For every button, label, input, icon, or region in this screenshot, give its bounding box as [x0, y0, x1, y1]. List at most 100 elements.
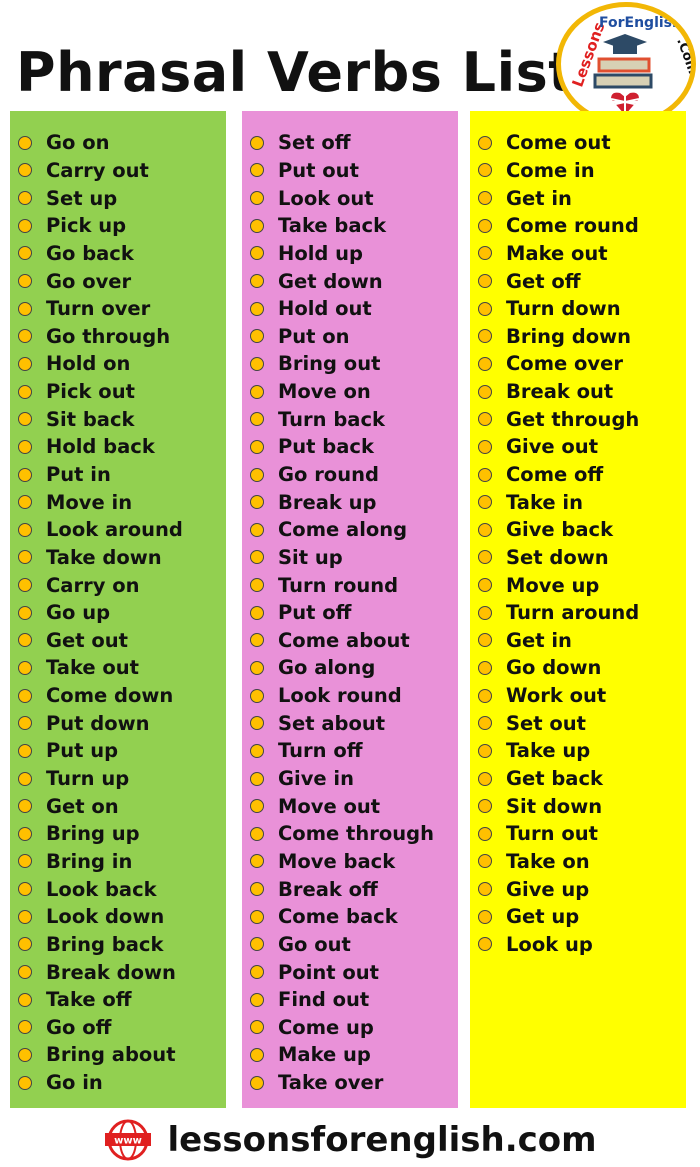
phrasal-verb: Give in	[278, 767, 354, 791]
phrasal-verb: Come in	[506, 158, 595, 182]
list-item: Bring back	[10, 931, 226, 959]
list-item: Move in	[10, 488, 226, 516]
phrasal-verb: Take on	[506, 849, 590, 873]
bullet-icon	[478, 163, 492, 178]
phrasal-verb: Take up	[506, 739, 591, 763]
list-item: Go over	[10, 267, 226, 295]
logo: Lessons ForEnglish .Com	[556, 2, 696, 126]
list-item: Hold on	[10, 350, 226, 378]
list-item: Get in	[470, 184, 686, 212]
phrasal-verb: Come down	[46, 684, 174, 708]
bullet-icon	[250, 992, 264, 1007]
list-item: Bring about	[10, 1041, 226, 1069]
bullet-icon	[18, 522, 32, 537]
phrasal-verb: Bring up	[46, 822, 140, 846]
bullet-icon	[250, 1047, 264, 1062]
list-item: Look out	[242, 184, 458, 212]
list-item: Put off	[242, 599, 458, 627]
bullet-icon	[18, 660, 32, 675]
bullet-icon	[18, 218, 32, 233]
list-item: Turn out	[470, 820, 686, 848]
phrasal-verb: Put on	[278, 324, 350, 348]
list-item: Turn round	[242, 571, 458, 599]
page-title: Phrasal Verbs List	[16, 41, 575, 104]
bullet-icon	[18, 495, 32, 510]
list-item: Come down	[10, 682, 226, 710]
list-item: Make up	[242, 1041, 458, 1069]
list-item: Carry on	[10, 571, 226, 599]
bullet-icon	[478, 135, 492, 150]
phrasal-verb: Look round	[278, 684, 402, 708]
list-item: Come up	[242, 1014, 458, 1042]
bullet-icon	[250, 660, 264, 675]
bullet-icon	[478, 329, 492, 344]
list-item: Go through	[10, 322, 226, 350]
website-url[interactable]: lessonsforenglish.com	[167, 1120, 596, 1160]
phrasal-verb: Sit back	[46, 407, 135, 431]
list-item: Take back	[242, 212, 458, 240]
phrasal-verb: Come off	[506, 463, 604, 486]
list-item: Come round	[470, 212, 686, 240]
list-item: Go off	[10, 1014, 226, 1042]
phrasal-verb: Break out	[506, 380, 614, 404]
bullet-icon	[478, 439, 492, 454]
list-item: Look around	[10, 516, 226, 544]
phrasal-verb: Put in	[46, 463, 111, 486]
bullet-icon	[18, 799, 32, 814]
list-item: Break up	[242, 488, 458, 516]
phrasal-verb: Turn round	[278, 573, 399, 597]
phrasal-verb: Move out	[278, 794, 381, 818]
bullet-icon	[478, 274, 492, 289]
bullet-icon	[478, 218, 492, 233]
bullet-icon	[478, 578, 492, 593]
phrasal-verb: Bring in	[46, 849, 133, 873]
phrasal-verb: Carry out	[46, 158, 149, 182]
list-item: Carry out	[10, 157, 226, 185]
list-item: Bring up	[10, 820, 226, 848]
bullet-icon	[18, 716, 32, 731]
list-item: Put out	[242, 157, 458, 185]
bullet-icon	[18, 163, 32, 178]
phrasal-verb: Break down	[46, 960, 176, 984]
bullet-icon	[18, 688, 32, 703]
bullet-icon	[18, 633, 32, 648]
list-item: Sit up	[242, 544, 458, 572]
bullet-icon	[478, 854, 492, 869]
phrasal-verb: Go along	[278, 656, 376, 680]
phrasal-verb: Set up	[46, 186, 118, 210]
phrasal-verb: Bring out	[278, 352, 381, 376]
bullet-icon	[250, 412, 264, 427]
phrasal-verb: Hold out	[278, 297, 372, 321]
bullet-icon	[478, 467, 492, 482]
bullet-icon	[478, 495, 492, 510]
bullet-icon	[250, 274, 264, 289]
list-item: Make out	[470, 240, 686, 268]
bullet-icon	[478, 191, 492, 206]
phrasal-verb: Hold up	[278, 241, 363, 265]
list-item: Go on	[10, 129, 226, 157]
list-item: Take in	[470, 488, 686, 516]
phrasal-verb: Set about	[278, 711, 386, 735]
bullet-icon	[18, 578, 32, 593]
bullet-icon	[250, 716, 264, 731]
phrasal-verb: Come back	[278, 905, 398, 929]
phrasal-verb: Set out	[506, 711, 586, 735]
list-item: Bring out	[242, 350, 458, 378]
phrasal-verb: Come about	[278, 628, 410, 652]
list-item: Bring in	[10, 848, 226, 876]
phrasal-verb: Turn up	[46, 767, 130, 791]
list-item: Go out	[242, 931, 458, 959]
phrasal-verb: Look out	[278, 186, 374, 210]
svg-text:ForEnglish: ForEnglish	[599, 15, 682, 31]
phrasal-verb: Take out	[46, 656, 140, 680]
list-item: Put in	[10, 461, 226, 489]
bullet-icon	[478, 356, 492, 371]
phrasal-verb: Move in	[46, 490, 133, 514]
bullet-icon	[478, 743, 492, 758]
list-item: Take on	[470, 848, 686, 876]
bullet-icon	[250, 633, 264, 648]
phrasal-verb: Go round	[278, 463, 379, 486]
bullet-icon	[250, 246, 264, 261]
phrasal-verb: Come through	[278, 822, 434, 846]
phrasal-verb: Break off	[278, 877, 378, 901]
